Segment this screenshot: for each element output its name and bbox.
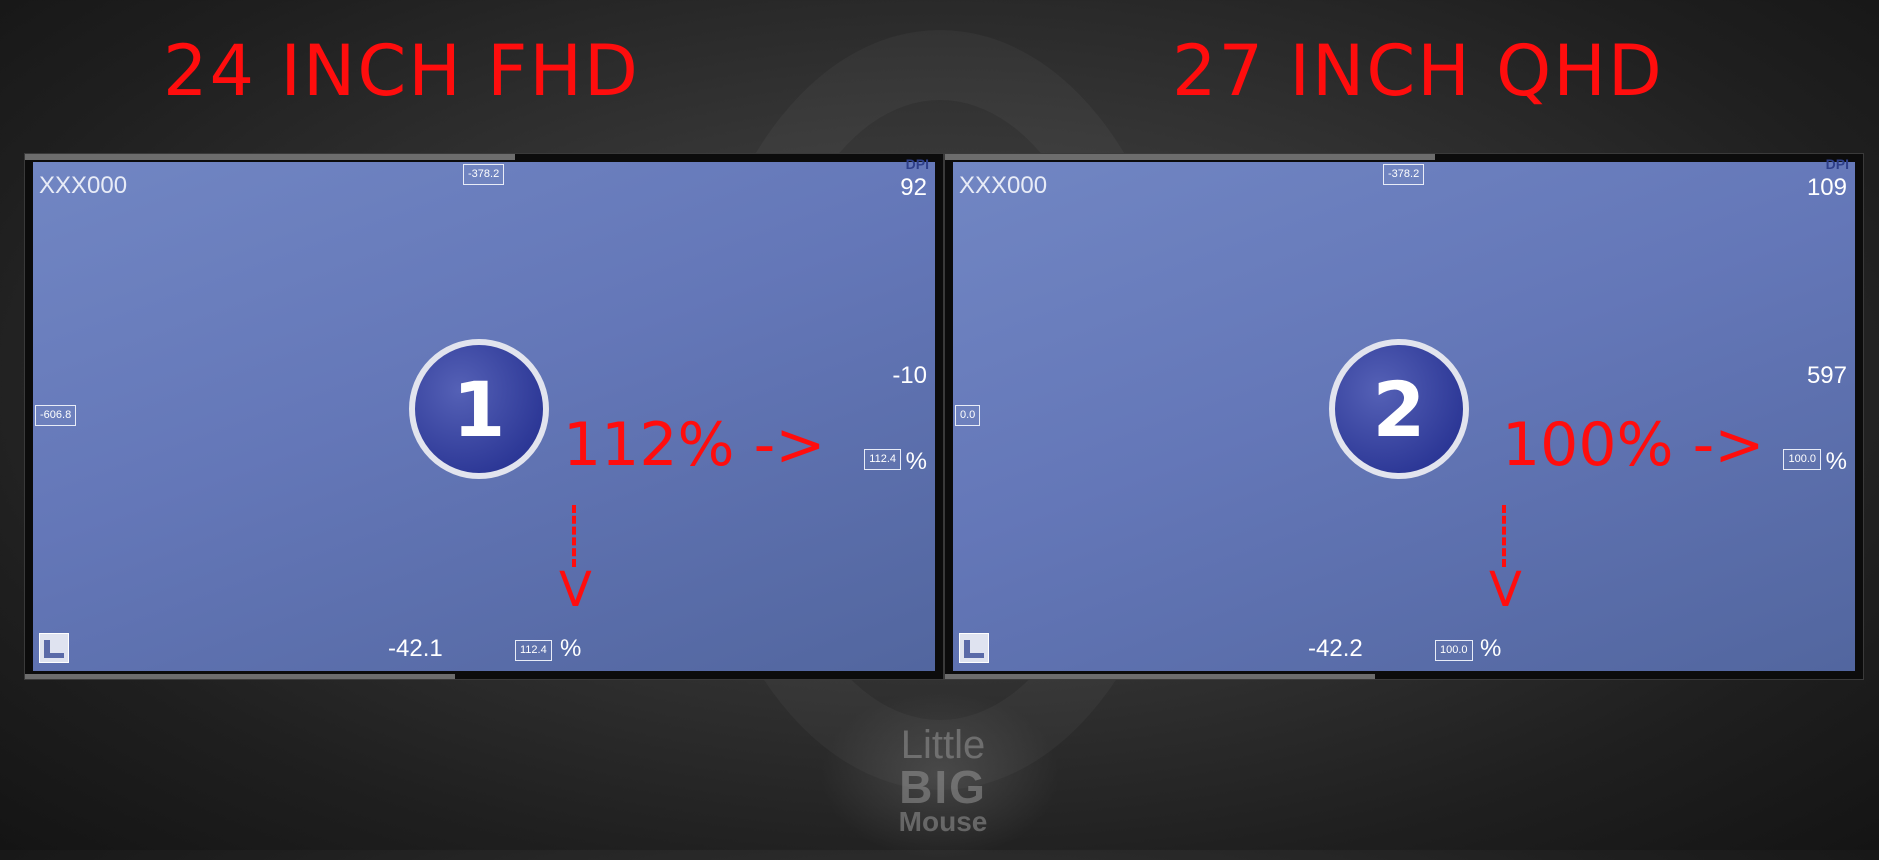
bottom-offset-value: -42.1 (388, 635, 443, 662)
right-offset-value: -10 (892, 362, 927, 389)
scale-x-field[interactable]: 100.0 (1783, 449, 1821, 470)
scale-y-field[interactable]: 112.4 (515, 640, 552, 661)
scale-y-field[interactable]: 100.0 (1435, 640, 1473, 661)
logo-line-1: Little (900, 723, 986, 767)
monitor-2-top-scrollbar[interactable] (945, 154, 1435, 160)
monitor-name: XXX000 (39, 172, 128, 199)
bottom-offset-value: -42.2 (1308, 635, 1363, 662)
ruler-icon[interactable] (39, 633, 69, 663)
right-offset-value: 597 (1806, 362, 1847, 389)
scale-x-percent: % (905, 448, 927, 475)
heading-left: 24 INCH FHD (163, 30, 640, 112)
monitor-number-badge: 2 (1329, 339, 1469, 479)
scale-annotation-2: 100% -> (1502, 410, 1765, 480)
monitor-2-bottom-scrollbar[interactable] (945, 674, 1375, 679)
top-offset-field[interactable]: -378.2 (463, 164, 505, 185)
scale-annotation-1: 112% -> (563, 410, 826, 480)
scale-x-percent: % (1825, 448, 1847, 475)
dpi-value: 109 (1806, 174, 1847, 201)
left-offset-field[interactable]: -606.8 (35, 405, 77, 426)
logo-line-3: Mouse (898, 806, 988, 837)
dpi-label: DPI (905, 156, 929, 172)
down-arrow-line-2 (1502, 505, 1506, 567)
top-offset-field[interactable]: -378.2 (1383, 164, 1425, 185)
left-offset-field[interactable]: 0.0 (955, 405, 981, 426)
down-arrow-1: V (559, 562, 592, 618)
dpi-label: DPI (1825, 156, 1849, 172)
monitor-1-bottom-scrollbar[interactable] (25, 674, 455, 679)
down-arrow-line-1 (572, 505, 576, 567)
monitor-1-top-scrollbar[interactable] (25, 154, 515, 160)
logo-line-2: BIG (899, 761, 987, 813)
down-arrow-2: V (1489, 562, 1522, 618)
littlebigmouse-logo: Little BIG Mouse (888, 723, 998, 837)
monitor-number-badge: 1 (409, 339, 549, 479)
scale-y-percent: % (560, 635, 582, 662)
monitor-name: XXX000 (959, 172, 1048, 199)
scale-x-field[interactable]: 112.4 (864, 449, 901, 470)
ruler-icon[interactable] (959, 633, 989, 663)
dpi-value: 92 (900, 174, 927, 201)
heading-right: 27 INCH QHD (1172, 30, 1664, 112)
scale-y-percent: % (1480, 635, 1502, 662)
